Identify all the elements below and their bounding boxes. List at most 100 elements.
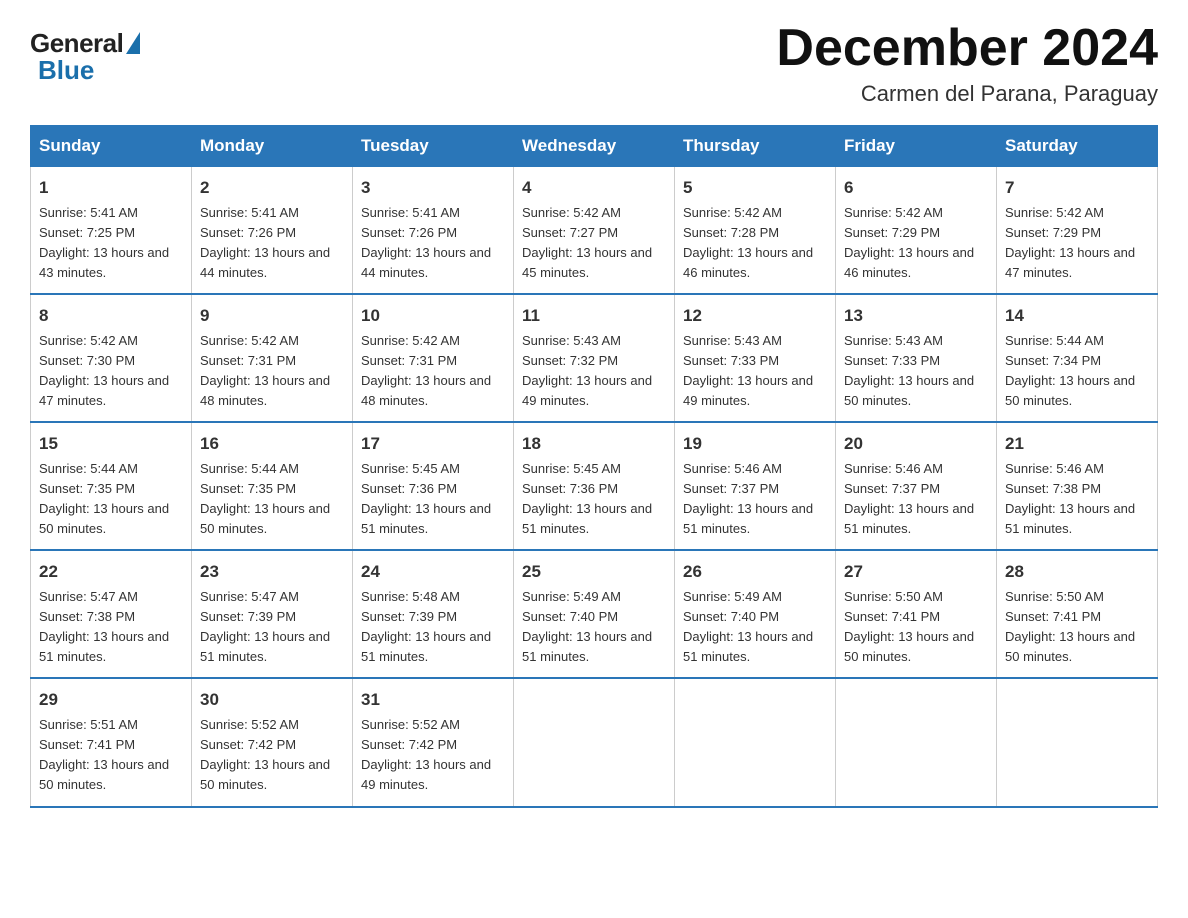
day-info: Sunrise: 5:51 AMSunset: 7:41 PMDaylight:… — [39, 715, 183, 796]
day-number: 20 — [844, 431, 988, 457]
header-day-saturday: Saturday — [997, 126, 1158, 167]
calendar-cell — [997, 678, 1158, 806]
day-number: 22 — [39, 559, 183, 585]
day-number: 1 — [39, 175, 183, 201]
day-info: Sunrise: 5:41 AMSunset: 7:26 PMDaylight:… — [361, 203, 505, 284]
calendar-week-row: 15Sunrise: 5:44 AMSunset: 7:35 PMDayligh… — [31, 422, 1158, 550]
header-day-tuesday: Tuesday — [353, 126, 514, 167]
calendar-cell: 4Sunrise: 5:42 AMSunset: 7:27 PMDaylight… — [514, 167, 675, 295]
day-info: Sunrise: 5:46 AMSunset: 7:37 PMDaylight:… — [683, 459, 827, 540]
day-number: 28 — [1005, 559, 1149, 585]
day-info: Sunrise: 5:50 AMSunset: 7:41 PMDaylight:… — [1005, 587, 1149, 668]
day-info: Sunrise: 5:47 AMSunset: 7:38 PMDaylight:… — [39, 587, 183, 668]
day-number: 14 — [1005, 303, 1149, 329]
day-number: 23 — [200, 559, 344, 585]
day-number: 5 — [683, 175, 827, 201]
day-number: 2 — [200, 175, 344, 201]
calendar-cell: 26Sunrise: 5:49 AMSunset: 7:40 PMDayligh… — [675, 550, 836, 678]
day-info: Sunrise: 5:44 AMSunset: 7:35 PMDaylight:… — [39, 459, 183, 540]
day-number: 30 — [200, 687, 344, 713]
calendar-cell: 16Sunrise: 5:44 AMSunset: 7:35 PMDayligh… — [192, 422, 353, 550]
day-number: 31 — [361, 687, 505, 713]
calendar-cell: 1Sunrise: 5:41 AMSunset: 7:25 PMDaylight… — [31, 167, 192, 295]
day-info: Sunrise: 5:43 AMSunset: 7:33 PMDaylight:… — [844, 331, 988, 412]
calendar-cell: 24Sunrise: 5:48 AMSunset: 7:39 PMDayligh… — [353, 550, 514, 678]
calendar-cell — [675, 678, 836, 806]
calendar-cell: 3Sunrise: 5:41 AMSunset: 7:26 PMDaylight… — [353, 167, 514, 295]
day-info: Sunrise: 5:42 AMSunset: 7:29 PMDaylight:… — [844, 203, 988, 284]
calendar-cell: 5Sunrise: 5:42 AMSunset: 7:28 PMDaylight… — [675, 167, 836, 295]
day-info: Sunrise: 5:43 AMSunset: 7:32 PMDaylight:… — [522, 331, 666, 412]
calendar-cell — [514, 678, 675, 806]
day-info: Sunrise: 5:46 AMSunset: 7:37 PMDaylight:… — [844, 459, 988, 540]
day-info: Sunrise: 5:50 AMSunset: 7:41 PMDaylight:… — [844, 587, 988, 668]
header-day-sunday: Sunday — [31, 126, 192, 167]
day-number: 16 — [200, 431, 344, 457]
day-number: 7 — [1005, 175, 1149, 201]
day-number: 27 — [844, 559, 988, 585]
calendar-cell: 10Sunrise: 5:42 AMSunset: 7:31 PMDayligh… — [353, 294, 514, 422]
day-info: Sunrise: 5:42 AMSunset: 7:30 PMDaylight:… — [39, 331, 183, 412]
calendar-cell — [836, 678, 997, 806]
calendar-week-row: 29Sunrise: 5:51 AMSunset: 7:41 PMDayligh… — [31, 678, 1158, 806]
day-number: 3 — [361, 175, 505, 201]
calendar-week-row: 8Sunrise: 5:42 AMSunset: 7:30 PMDaylight… — [31, 294, 1158, 422]
calendar-cell: 20Sunrise: 5:46 AMSunset: 7:37 PMDayligh… — [836, 422, 997, 550]
day-info: Sunrise: 5:52 AMSunset: 7:42 PMDaylight:… — [200, 715, 344, 796]
day-number: 19 — [683, 431, 827, 457]
calendar-cell: 12Sunrise: 5:43 AMSunset: 7:33 PMDayligh… — [675, 294, 836, 422]
day-number: 10 — [361, 303, 505, 329]
day-number: 29 — [39, 687, 183, 713]
day-info: Sunrise: 5:41 AMSunset: 7:25 PMDaylight:… — [39, 203, 183, 284]
day-info: Sunrise: 5:44 AMSunset: 7:34 PMDaylight:… — [1005, 331, 1149, 412]
calendar-cell: 9Sunrise: 5:42 AMSunset: 7:31 PMDaylight… — [192, 294, 353, 422]
day-info: Sunrise: 5:44 AMSunset: 7:35 PMDaylight:… — [200, 459, 344, 540]
location-title: Carmen del Parana, Paraguay — [776, 81, 1158, 107]
calendar-cell: 22Sunrise: 5:47 AMSunset: 7:38 PMDayligh… — [31, 550, 192, 678]
calendar-cell: 2Sunrise: 5:41 AMSunset: 7:26 PMDaylight… — [192, 167, 353, 295]
day-number: 25 — [522, 559, 666, 585]
day-info: Sunrise: 5:52 AMSunset: 7:42 PMDaylight:… — [361, 715, 505, 796]
header-day-friday: Friday — [836, 126, 997, 167]
calendar-cell: 28Sunrise: 5:50 AMSunset: 7:41 PMDayligh… — [997, 550, 1158, 678]
calendar-cell: 6Sunrise: 5:42 AMSunset: 7:29 PMDaylight… — [836, 167, 997, 295]
day-number: 13 — [844, 303, 988, 329]
day-number: 12 — [683, 303, 827, 329]
day-number: 11 — [522, 303, 666, 329]
page-header: General Blue December 2024 Carmen del Pa… — [30, 20, 1158, 107]
calendar-cell: 8Sunrise: 5:42 AMSunset: 7:30 PMDaylight… — [31, 294, 192, 422]
day-info: Sunrise: 5:45 AMSunset: 7:36 PMDaylight:… — [361, 459, 505, 540]
logo-triangle-icon — [126, 32, 140, 54]
calendar-cell: 27Sunrise: 5:50 AMSunset: 7:41 PMDayligh… — [836, 550, 997, 678]
calendar-cell: 21Sunrise: 5:46 AMSunset: 7:38 PMDayligh… — [997, 422, 1158, 550]
day-info: Sunrise: 5:42 AMSunset: 7:31 PMDaylight:… — [361, 331, 505, 412]
day-info: Sunrise: 5:46 AMSunset: 7:38 PMDaylight:… — [1005, 459, 1149, 540]
day-number: 26 — [683, 559, 827, 585]
header-day-thursday: Thursday — [675, 126, 836, 167]
day-info: Sunrise: 5:42 AMSunset: 7:31 PMDaylight:… — [200, 331, 344, 412]
calendar-header-row: SundayMondayTuesdayWednesdayThursdayFrid… — [31, 126, 1158, 167]
calendar-cell: 19Sunrise: 5:46 AMSunset: 7:37 PMDayligh… — [675, 422, 836, 550]
month-title: December 2024 — [776, 20, 1158, 77]
day-info: Sunrise: 5:42 AMSunset: 7:28 PMDaylight:… — [683, 203, 827, 284]
header-day-monday: Monday — [192, 126, 353, 167]
calendar-week-row: 1Sunrise: 5:41 AMSunset: 7:25 PMDaylight… — [31, 167, 1158, 295]
header-day-wednesday: Wednesday — [514, 126, 675, 167]
day-info: Sunrise: 5:49 AMSunset: 7:40 PMDaylight:… — [522, 587, 666, 668]
calendar-cell: 18Sunrise: 5:45 AMSunset: 7:36 PMDayligh… — [514, 422, 675, 550]
day-info: Sunrise: 5:48 AMSunset: 7:39 PMDaylight:… — [361, 587, 505, 668]
day-info: Sunrise: 5:43 AMSunset: 7:33 PMDaylight:… — [683, 331, 827, 412]
calendar-cell: 14Sunrise: 5:44 AMSunset: 7:34 PMDayligh… — [997, 294, 1158, 422]
calendar-table: SundayMondayTuesdayWednesdayThursdayFrid… — [30, 125, 1158, 807]
day-number: 17 — [361, 431, 505, 457]
day-number: 9 — [200, 303, 344, 329]
day-number: 8 — [39, 303, 183, 329]
day-info: Sunrise: 5:47 AMSunset: 7:39 PMDaylight:… — [200, 587, 344, 668]
day-info: Sunrise: 5:42 AMSunset: 7:29 PMDaylight:… — [1005, 203, 1149, 284]
day-number: 24 — [361, 559, 505, 585]
day-number: 21 — [1005, 431, 1149, 457]
day-number: 6 — [844, 175, 988, 201]
day-info: Sunrise: 5:42 AMSunset: 7:27 PMDaylight:… — [522, 203, 666, 284]
day-info: Sunrise: 5:49 AMSunset: 7:40 PMDaylight:… — [683, 587, 827, 668]
day-info: Sunrise: 5:41 AMSunset: 7:26 PMDaylight:… — [200, 203, 344, 284]
